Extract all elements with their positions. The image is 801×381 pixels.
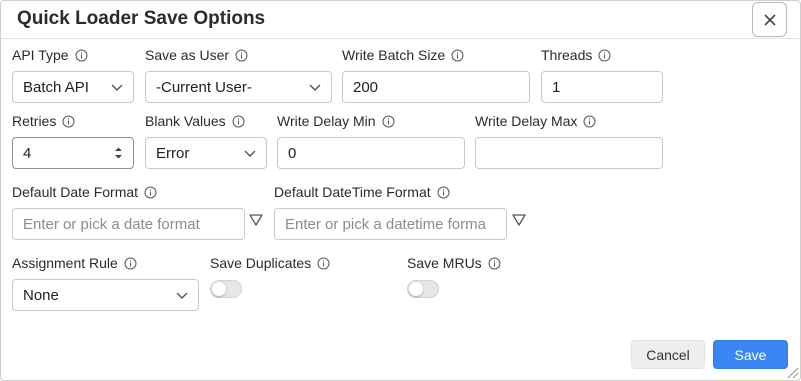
chevron-down-icon [176,292,188,299]
info-icon[interactable] [451,49,464,62]
blank-values-field: Blank Values Error [145,112,267,169]
close-button[interactable] [752,2,787,37]
save-as-user-field: Save as User -Current User- [145,46,332,103]
chevron-down-icon [111,84,123,91]
save-as-user-label: Save as User [145,47,230,63]
assignment-rule-label: Assignment Rule [12,255,118,271]
filter-icon[interactable] [512,214,526,226]
info-icon[interactable] [235,49,248,62]
default-date-format-label: Default Date Format [12,184,139,200]
close-icon [764,14,776,26]
default-datetime-format-field: Default DateTime Format Enter or pick a … [274,183,507,240]
info-icon[interactable] [317,257,330,270]
info-icon[interactable] [382,115,395,128]
dialog-title: Quick Loader Save Options [17,8,266,29]
save-duplicates-label: Save Duplicates [210,255,312,271]
retries-number-input[interactable]: 4 [12,137,134,169]
save-as-user-select[interactable]: -Current User- [145,71,332,103]
write-delay-min-label: Write Delay Min [277,113,376,129]
write-delay-min-input[interactable]: 0 [277,137,465,169]
assignment-rule-field: Assignment Rule None [12,254,199,311]
save-mrus-toggle[interactable] [407,280,439,298]
save-mrus-label: Save MRUs [407,255,482,271]
write-delay-min-field: Write Delay Min 0 [277,112,465,169]
save-button[interactable]: Save [713,340,788,369]
default-datetime-format-input[interactable]: Enter or pick a datetime forma [274,208,507,240]
resize-grip-icon[interactable] [785,365,799,379]
retries-label: Retries [12,113,57,129]
save-duplicates-field: Save Duplicates [210,254,350,298]
write-delay-max-input[interactable] [475,137,663,169]
write-delay-max-field: Write Delay Max [475,112,663,169]
info-icon[interactable] [62,115,75,128]
blank-values-select[interactable]: Error [145,137,267,169]
retries-field: Retries 4 [12,112,134,169]
chevron-down-icon [309,84,321,91]
threads-input[interactable]: 1 [541,71,663,103]
default-datetime-format-label: Default DateTime Format [274,184,431,200]
toggle-knob [212,282,226,296]
cancel-button[interactable]: Cancel [631,340,705,369]
threads-label: Threads [541,47,593,63]
header-divider [1,38,800,39]
threads-field: Threads 1 [541,46,663,103]
write-batch-size-input[interactable]: 200 [342,71,530,103]
spinner-icon[interactable] [114,146,123,160]
api-type-field: API Type Batch API [12,46,134,103]
info-icon[interactable] [144,186,157,199]
default-date-format-field: Default Date Format Enter or pick a date… [12,183,245,240]
write-delay-max-label: Write Delay Max [475,113,578,129]
chevron-down-icon [244,150,256,157]
info-icon[interactable] [583,115,596,128]
save-duplicates-toggle[interactable] [210,280,242,298]
toggle-knob [409,282,423,296]
info-icon[interactable] [124,257,137,270]
save-mrus-field: Save MRUs [407,254,527,298]
write-batch-size-field: Write Batch Size 200 [342,46,530,103]
info-icon[interactable] [75,49,88,62]
info-icon[interactable] [488,257,501,270]
filter-icon[interactable] [249,214,263,226]
blank-values-label: Blank Values [145,113,226,129]
api-type-label: API Type [12,47,69,63]
info-icon[interactable] [232,115,245,128]
info-icon[interactable] [598,49,611,62]
info-icon[interactable] [437,186,450,199]
save-options-dialog: Quick Loader Save Options API Type Batch… [0,0,801,381]
default-date-format-input[interactable]: Enter or pick a date format [12,208,245,240]
assignment-rule-select[interactable]: None [12,279,199,311]
api-type-select[interactable]: Batch API [12,71,134,103]
write-batch-size-label: Write Batch Size [342,47,446,63]
